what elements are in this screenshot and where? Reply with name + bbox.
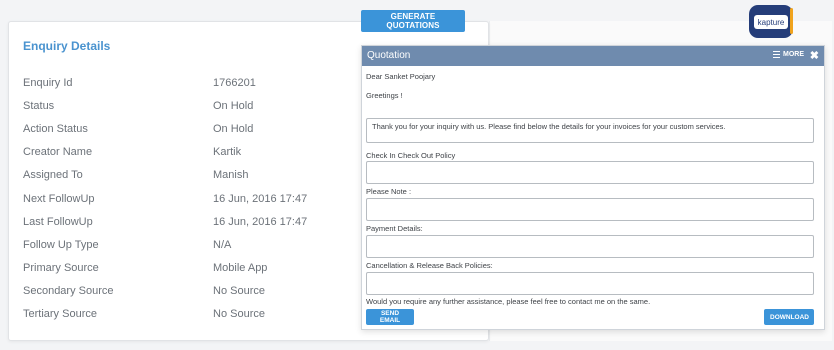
- detail-label: Secondary Source: [23, 285, 114, 298]
- detail-label: Enquiry Id: [23, 76, 73, 89]
- note-label: Please Note :: [366, 187, 412, 196]
- cancellation-label: Cancellation & Release Back Policies:: [366, 261, 493, 270]
- detail-label: Status: [23, 99, 55, 112]
- download-button[interactable]: DOWNLOAD: [764, 309, 814, 325]
- menu-icon: [773, 51, 780, 58]
- detail-label: Follow Up Type: [23, 238, 99, 251]
- quotation-modal: Quotation MORE ✖ Dear Sanket Poojary Gre…: [361, 45, 825, 330]
- generate-quotations-button[interactable]: GENERATE QUOTATIONS: [361, 10, 465, 32]
- close-icon[interactable]: ✖: [810, 49, 819, 62]
- detail-label: Tertiary Source: [23, 308, 97, 321]
- logo-text: kapture: [757, 17, 785, 27]
- detail-value: No Source: [213, 285, 265, 298]
- detail-label: Assigned To: [23, 169, 83, 182]
- detail-value: N/A: [213, 238, 232, 251]
- payment-label: Payment Details:: [366, 224, 423, 233]
- cancellation-field[interactable]: [366, 272, 814, 295]
- modal-header: Quotation MORE ✖: [362, 46, 824, 66]
- detail-value: On Hold: [213, 99, 254, 112]
- detail-label: Next FollowUp: [23, 192, 95, 205]
- logo-accent: [790, 8, 793, 34]
- note-field[interactable]: [366, 198, 814, 221]
- check-policy-field[interactable]: [366, 161, 814, 184]
- check-policy-label: Check In Check Out Policy: [366, 151, 456, 160]
- payment-field[interactable]: [366, 235, 814, 258]
- detail-value: 1766201: [213, 76, 256, 89]
- footer-text: Would you require any further assistance…: [366, 297, 651, 306]
- logo-wordmark: kapture: [754, 15, 788, 29]
- greeting-name: Dear Sanket Poojary: [366, 72, 436, 81]
- detail-label: Action Status: [23, 122, 88, 135]
- detail-value: Kartik: [213, 146, 242, 159]
- detail-value: Mobile App: [213, 262, 268, 275]
- detail-value: Manish: [213, 169, 249, 182]
- send-email-button[interactable]: SEND EMAIL: [366, 309, 414, 325]
- detail-label: Primary Source: [23, 262, 99, 275]
- detail-label: Creator Name: [23, 146, 93, 159]
- modal-title: Quotation: [367, 50, 411, 61]
- more-label: MORE: [783, 51, 804, 58]
- intro-textarea[interactable]: Thank you for your inquiry with us. Plea…: [366, 118, 814, 143]
- detail-value: 16 Jun, 2016 17:47: [213, 215, 308, 228]
- kapture-logo: kapture: [749, 5, 793, 38]
- detail-value: 16 Jun, 2016 17:47: [213, 192, 308, 205]
- more-menu-button[interactable]: MORE: [773, 51, 804, 58]
- detail-value: No Source: [213, 308, 265, 321]
- detail-value: On Hold: [213, 122, 254, 135]
- greeting-text: Greetings !: [366, 91, 403, 100]
- detail-label: Last FollowUp: [23, 215, 93, 228]
- card-title: Enquiry Details: [23, 39, 111, 53]
